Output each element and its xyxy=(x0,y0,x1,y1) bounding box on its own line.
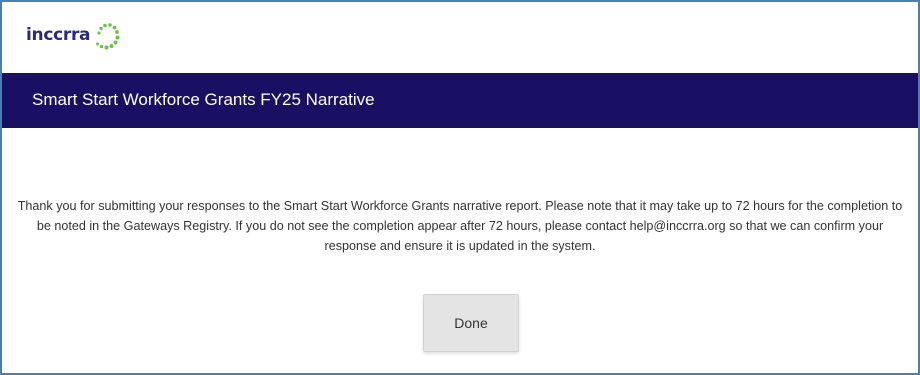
logo-dots-icon xyxy=(96,23,120,50)
page-frame: inccrra Smart Start Workforce Grants FY2… xyxy=(0,0,920,375)
confirmation-message: Thank you for submitting your responses … xyxy=(17,198,903,253)
page-title: Smart Start Workforce Grants FY25 Narrat… xyxy=(32,90,375,109)
done-button[interactable]: Done xyxy=(423,294,519,352)
logo-text: inccrra xyxy=(26,25,91,45)
inccrra-logo: inccrra xyxy=(26,23,121,55)
main-content: Thank you for submitting your responses … xyxy=(2,128,918,373)
logo-bar: inccrra xyxy=(2,2,918,73)
header-bar: Smart Start Workforce Grants FY25 Narrat… xyxy=(2,73,918,128)
